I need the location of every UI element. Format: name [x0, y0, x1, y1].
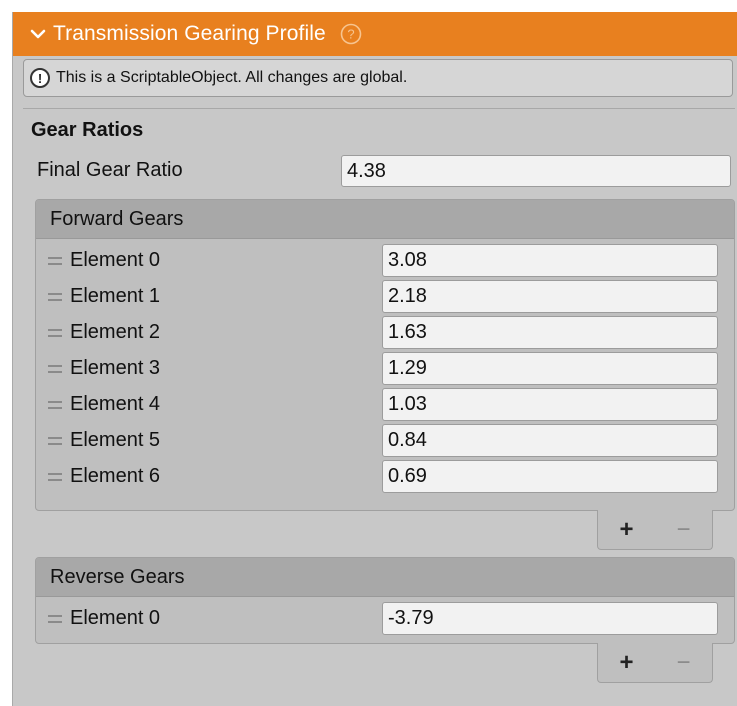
notice-text: This is a ScriptableObject. All changes …: [56, 69, 408, 86]
list-item: Element 3 1.29: [36, 351, 734, 387]
scriptable-object-notice: ! This is a ScriptableObject. All change…: [23, 59, 733, 97]
list-item: Element 5 0.84: [36, 423, 734, 459]
divider: [23, 108, 735, 109]
list-item: Element 4 1.03: [36, 387, 734, 423]
final-gear-ratio-field[interactable]: 4.38: [341, 155, 731, 187]
help-icon[interactable]: ?: [340, 23, 362, 45]
element-label: Element 5: [70, 429, 161, 451]
list-item: Element 2 1.63: [36, 315, 734, 351]
element-value-field[interactable]: 1.63: [382, 316, 718, 349]
element-value-field[interactable]: 0.69: [382, 460, 718, 493]
element-value-field[interactable]: -3.79: [382, 602, 718, 635]
element-label: Element 0: [70, 249, 161, 271]
forward-gears-list: Forward Gears Element 0 3.08 Element 1 2…: [35, 199, 735, 511]
list-item: Element 0 -3.79: [36, 601, 734, 637]
list-item: Element 0 3.08: [36, 243, 734, 279]
chevron-down-icon[interactable]: [29, 25, 47, 43]
reverse-gears-list: Reverse Gears Element 0 -3.79: [35, 557, 735, 644]
final-gear-ratio-row: Final Gear Ratio 4.38: [37, 153, 735, 189]
element-value-field[interactable]: 0.84: [382, 424, 718, 457]
forward-gears-rows: Element 0 3.08 Element 1 2.18 Element 2 …: [36, 239, 734, 495]
element-label: Element 6: [70, 465, 161, 487]
element-value-field[interactable]: 3.08: [382, 244, 718, 277]
remove-element-button[interactable]: −: [664, 515, 704, 545]
drag-handle-icon[interactable]: [48, 361, 62, 377]
forward-gears-title: Forward Gears: [50, 207, 184, 230]
add-element-button[interactable]: +: [607, 648, 647, 678]
drag-handle-icon[interactable]: [48, 397, 62, 413]
element-value-field[interactable]: 1.03: [382, 388, 718, 421]
element-value-field[interactable]: 2.18: [382, 280, 718, 313]
inspector-root: Transmission Gearing Profile ? ! This is…: [0, 0, 737, 706]
component-title: Transmission Gearing Profile: [53, 22, 326, 45]
inspector-panel: Transmission Gearing Profile ? ! This is…: [12, 12, 737, 706]
reverse-gears-title: Reverse Gears: [50, 565, 185, 588]
forward-gears-header[interactable]: Forward Gears: [36, 200, 734, 239]
reverse-gears-footer: + −: [597, 643, 713, 683]
drag-handle-icon[interactable]: [48, 253, 62, 269]
drag-handle-icon[interactable]: [48, 325, 62, 341]
add-element-button[interactable]: +: [607, 515, 647, 545]
element-label: Element 1: [70, 285, 161, 307]
list-item: Element 6 0.69: [36, 459, 734, 495]
element-label: Element 4: [70, 393, 161, 415]
gear-ratios-heading: Gear Ratios: [31, 119, 144, 141]
remove-element-button[interactable]: −: [664, 648, 704, 678]
drag-handle-icon[interactable]: [48, 469, 62, 485]
element-label: Element 0: [70, 607, 161, 629]
element-label: Element 3: [70, 357, 161, 379]
drag-handle-icon[interactable]: [48, 611, 62, 627]
drag-handle-icon[interactable]: [48, 433, 62, 449]
reverse-gears-rows: Element 0 -3.79: [36, 597, 734, 637]
reverse-gears-header[interactable]: Reverse Gears: [36, 558, 734, 597]
list-item: Element 1 2.18: [36, 279, 734, 315]
final-gear-ratio-label: Final Gear Ratio: [37, 159, 183, 181]
svg-text:?: ?: [347, 27, 354, 42]
component-header[interactable]: Transmission Gearing Profile ?: [13, 12, 737, 56]
element-label: Element 2: [70, 321, 161, 343]
forward-gears-footer: + −: [597, 510, 713, 550]
element-value-field[interactable]: 1.29: [382, 352, 718, 385]
drag-handle-icon[interactable]: [48, 289, 62, 305]
exclamation-icon: !: [30, 68, 50, 88]
